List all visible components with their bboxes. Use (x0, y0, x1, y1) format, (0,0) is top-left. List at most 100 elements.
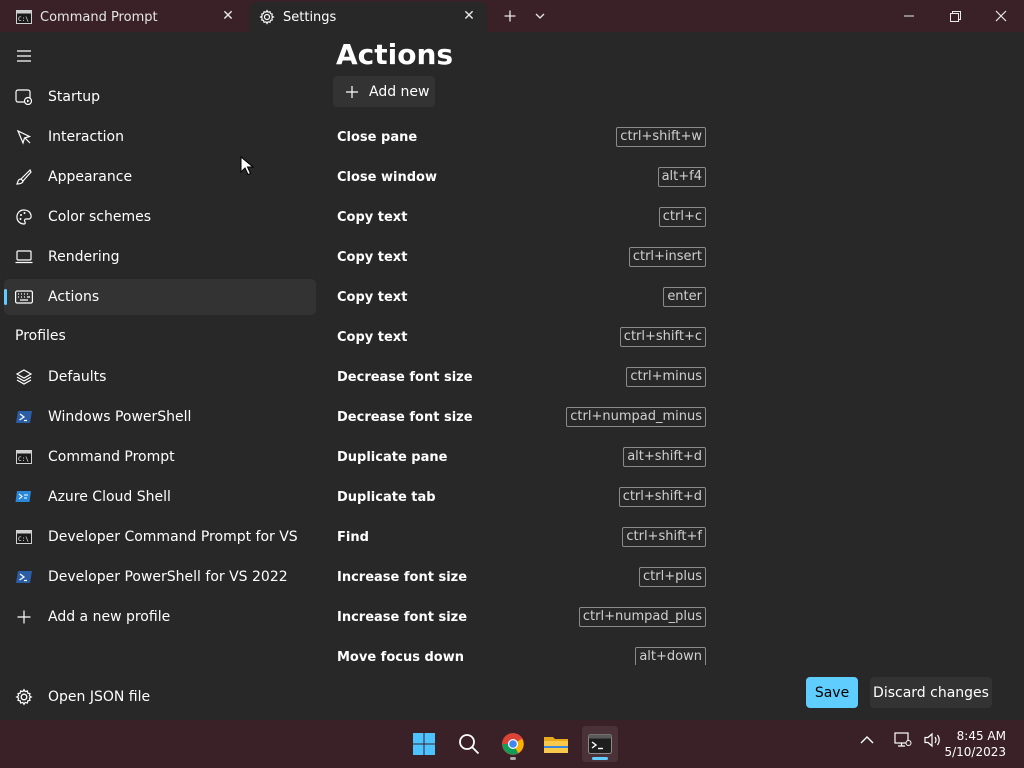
keychord-badge[interactable]: ctrl+c (658, 207, 706, 227)
appearance-icon (15, 168, 33, 186)
hamburger-menu-icon[interactable] (13, 45, 35, 67)
action-name: Copy text (337, 209, 408, 225)
sidebar-item-interaction[interactable]: Interaction (4, 119, 316, 155)
action-row[interactable]: Copy text ctrl+shift+c (337, 317, 706, 357)
close-tab-icon[interactable]: ✕ (220, 8, 236, 24)
keychord-badge[interactable]: ctrl+plus (639, 567, 706, 587)
sidebar-item-developer-command-prompt[interactable]: C:\ Developer Command Prompt for VS 2022 (4, 519, 316, 555)
chevron-up-icon[interactable] (860, 736, 874, 748)
color-schemes-icon (15, 208, 33, 226)
keychord-badge[interactable]: ctrl+shift+w (616, 127, 706, 147)
action-row[interactable]: Copy text ctrl+insert (337, 237, 706, 277)
sidebar-item-command-prompt[interactable]: C:\ Command Prompt (4, 439, 316, 475)
keychord-badge[interactable]: alt+shift+d (623, 447, 706, 467)
start-button[interactable] (406, 726, 442, 762)
keychord-badge[interactable]: ctrl+shift+d (618, 487, 706, 507)
sidebar-item-defaults[interactable]: Defaults (4, 359, 316, 395)
running-indicator (510, 757, 516, 760)
windows-logo-icon (413, 733, 435, 755)
tab-command-prompt[interactable]: C:\ Command Prompt ✕ (6, 2, 246, 32)
search-icon (459, 734, 480, 755)
svg-text:C:\: C:\ (18, 456, 29, 463)
sidebar-item-developer-powershell[interactable]: Developer PowerShell for VS 2022 (4, 559, 316, 595)
action-name: Decrease font size (337, 369, 473, 385)
keychord-badge[interactable]: ctrl+insert (628, 247, 706, 267)
sidebar-item-label: Azure Cloud Shell (48, 489, 171, 505)
layers-icon (15, 368, 33, 386)
clock-time: 8:45 AM (956, 729, 1006, 743)
action-row[interactable]: Duplicate pane alt+shift+d (337, 437, 706, 477)
action-row[interactable]: Copy text ctrl+c (337, 197, 706, 237)
keychord-badge[interactable]: ctrl+shift+f (622, 527, 706, 547)
cmd-icon: C:\ (15, 528, 33, 546)
action-name: Move focus down (337, 649, 464, 665)
sidebar-item-label: Developer Command Prompt for VS 2022 (48, 529, 298, 545)
sidebar-item-color-schemes[interactable]: Color schemes (4, 199, 316, 235)
action-row[interactable]: Increase font size ctrl+numpad_plus (337, 597, 706, 637)
powershell-icon (15, 568, 33, 586)
save-button[interactable]: Save (806, 677, 858, 708)
close-window-button[interactable] (978, 0, 1024, 32)
action-row[interactable]: Decrease font size ctrl+minus (337, 357, 706, 397)
taskbar-file-explorer[interactable] (538, 726, 574, 762)
keychord-badge[interactable]: ctrl+numpad_plus (578, 607, 706, 627)
network-icon[interactable] (894, 732, 912, 748)
clock-date: 5/10/2023 (944, 745, 1006, 759)
sidebar-item-appearance[interactable]: Appearance (4, 159, 316, 195)
action-name: Close window (337, 169, 437, 185)
action-row[interactable]: Duplicate tab ctrl+shift+d (337, 477, 706, 517)
sidebar-item-actions[interactable]: Actions (4, 279, 316, 315)
action-name: Close pane (337, 129, 418, 145)
action-row[interactable]: Decrease font size ctrl+numpad_minus (337, 397, 706, 437)
running-indicator (592, 757, 608, 760)
keychord-badge[interactable]: ctrl+shift+c (619, 327, 706, 347)
sidebar: Startup Interaction Appearance Color sch… (0, 32, 320, 720)
action-row[interactable]: Increase font size ctrl+plus (337, 557, 706, 597)
sidebar-item-windows-powershell[interactable]: Windows PowerShell (4, 399, 316, 435)
rendering-icon (15, 248, 33, 266)
minimize-button[interactable] (886, 0, 932, 32)
tab-label: Settings (283, 9, 337, 25)
powershell-icon (15, 408, 33, 426)
action-name: Increase font size (337, 569, 468, 585)
taskbar-terminal[interactable] (582, 726, 618, 762)
close-tab-icon[interactable]: ✕ (461, 8, 477, 24)
action-row[interactable]: Close window alt+f4 (337, 157, 706, 197)
action-row[interactable]: Find ctrl+shift+f (337, 517, 706, 557)
tab-dropdown-button[interactable] (526, 4, 554, 28)
keychord-badge[interactable]: enter (663, 287, 706, 307)
taskbar-chrome[interactable] (495, 726, 531, 762)
discard-changes-button[interactable]: Discard changes (870, 677, 992, 708)
mouse-cursor-icon (240, 155, 255, 176)
action-row[interactable]: Close pane ctrl+shift+w (337, 117, 706, 157)
taskbar: 8:45 AM 5/10/2023 (0, 720, 1024, 768)
add-new-label: Add new (369, 83, 430, 100)
action-row[interactable]: Copy text enter (337, 277, 706, 317)
startup-icon (15, 88, 33, 106)
keychord-badge[interactable]: alt+f4 (657, 167, 706, 187)
tab-settings[interactable]: Settings ✕ (249, 2, 487, 32)
volume-icon[interactable] (924, 732, 942, 748)
action-name: Copy text (337, 249, 408, 265)
sidebar-item-rendering[interactable]: Rendering (4, 239, 316, 275)
sidebar-item-add-new-profile[interactable]: Add a new profile (4, 599, 316, 635)
new-tab-button[interactable] (496, 4, 524, 28)
action-name: Decrease font size (337, 409, 473, 425)
keychord-badge[interactable]: alt+down (635, 647, 706, 665)
restore-button[interactable] (932, 0, 978, 32)
action-name: Find (337, 529, 369, 545)
sidebar-item-startup[interactable]: Startup (4, 79, 316, 115)
svg-text:C:\: C:\ (18, 16, 29, 23)
action-row[interactable]: Move focus down alt+down (337, 637, 706, 665)
keychord-badge[interactable]: ctrl+minus (626, 367, 706, 387)
action-name: Duplicate pane (337, 449, 448, 465)
sidebar-item-azure-cloud-shell[interactable]: Azure Cloud Shell (4, 479, 316, 515)
keychord-badge[interactable]: ctrl+numpad_minus (566, 407, 706, 427)
search-button[interactable] (451, 726, 487, 762)
footer-bar: Save Discard changes (0, 668, 1024, 720)
chrome-icon (502, 733, 524, 755)
clock[interactable]: 8:45 AM 5/10/2023 (944, 728, 1006, 760)
terminal-icon (588, 734, 612, 754)
add-new-button[interactable]: Add new (333, 76, 435, 107)
sidebar-item-label: Actions (48, 289, 100, 305)
